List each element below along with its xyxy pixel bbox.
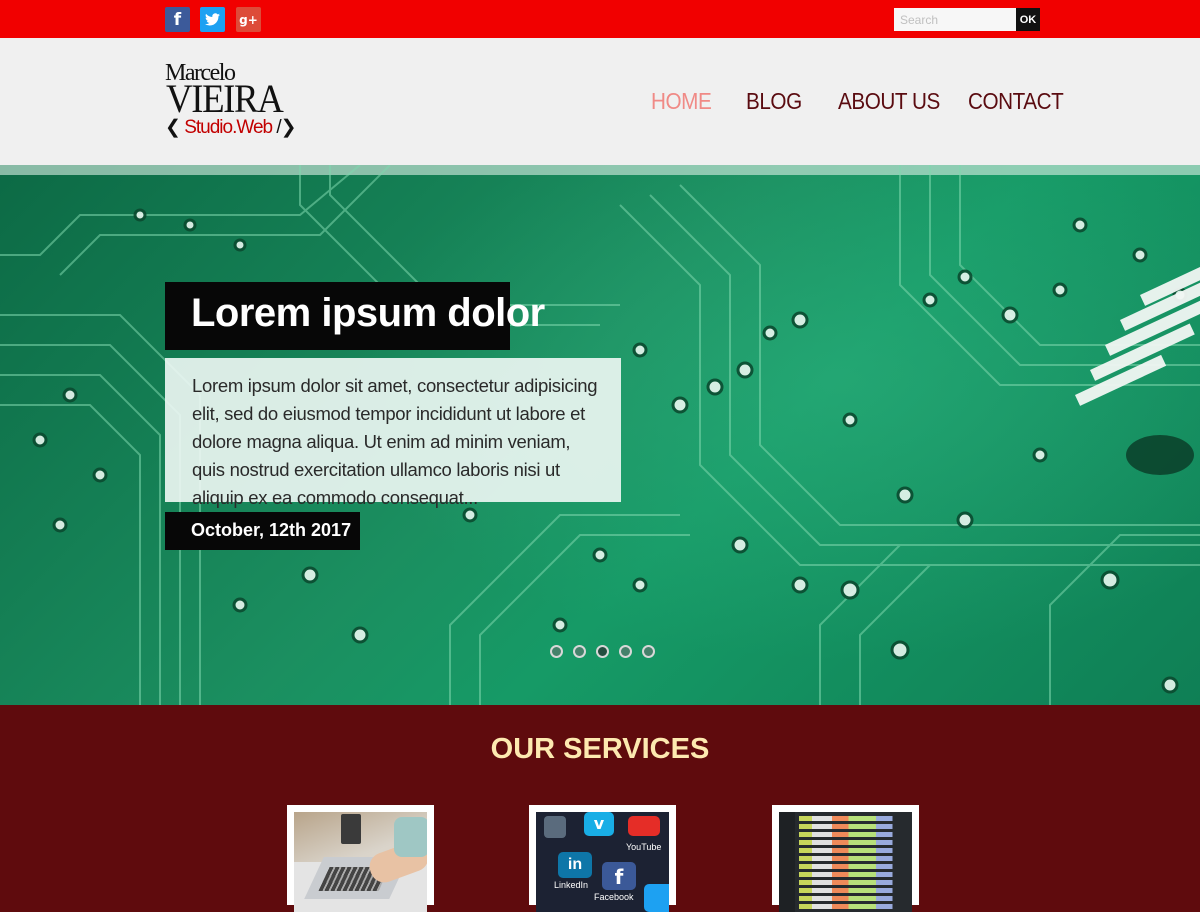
twitter-icon[interactable] — [200, 7, 225, 32]
linkedin-icon: in — [558, 852, 592, 878]
services-title: OUR SERVICES — [490, 733, 710, 765]
nav-about-us[interactable]: ABOUT US — [838, 88, 940, 115]
youtube-label: YouTube — [626, 842, 662, 852]
nav-home[interactable]: HOME — [651, 88, 712, 115]
top-bar: f g+ OK — [0, 0, 1200, 38]
vimeo-icon: v — [584, 812, 614, 836]
slider-dot-5[interactable] — [642, 645, 655, 658]
slider-pagination — [550, 645, 655, 658]
social-apps-image: v YouTube in LinkedIn f Facebook — [536, 812, 669, 912]
service-card-1[interactable] — [287, 805, 434, 912]
site-header: Marcelo VIEIRA ❮ Studio.Web /❯ HOME BLOG… — [0, 38, 1200, 165]
search-ok-button[interactable]: OK — [1016, 8, 1040, 31]
slider-dot-3[interactable] — [596, 645, 609, 658]
logo-bracket-open: ❮ — [165, 117, 185, 138]
youtube-icon — [628, 816, 660, 836]
linkedin-label: LinkedIn — [554, 880, 589, 890]
slide-date: October, 12th 2017 — [165, 512, 360, 550]
slider-dot-2[interactable] — [573, 645, 586, 658]
google-plus-icon[interactable]: g+ — [236, 7, 261, 32]
laptop-typing-image — [294, 812, 427, 912]
logo-tagline: ❮ Studio.Web /❯ — [165, 116, 297, 139]
logo-bracket-close: /❯ — [272, 117, 296, 138]
nav-blog[interactable]: BLOG — [746, 88, 802, 115]
slider-dot-4[interactable] — [619, 645, 632, 658]
hero-slider: Lorem ipsum dolor Lorem ipsum dolor sit … — [0, 165, 1200, 705]
nav-contact[interactable]: CONTACT — [968, 88, 1064, 115]
service-card-3[interactable] — [772, 805, 919, 912]
facebook-app-icon: f — [602, 862, 636, 890]
logo-last-name: VIEIRA — [166, 76, 284, 121]
twitter-bird-icon — [205, 13, 220, 26]
search-input[interactable] — [894, 8, 1016, 31]
slide-text: Lorem ipsum dolor sit amet, consectetur … — [165, 358, 621, 508]
slide-title: Lorem ipsum dolor — [165, 282, 545, 350]
facebook-icon[interactable]: f — [165, 7, 190, 32]
logo-studio-web: Studio.Web — [184, 117, 273, 138]
twitter-app-icon — [644, 884, 669, 912]
site-logo[interactable]: Marcelo VIEIRA ❮ Studio.Web /❯ — [165, 60, 305, 142]
slider-dot-1[interactable] — [550, 645, 563, 658]
facebook-label: Facebook — [594, 892, 634, 902]
service-card-2[interactable]: v YouTube in LinkedIn f Facebook — [529, 805, 676, 912]
code-editor-image — [779, 812, 912, 912]
search-form: OK — [894, 8, 1040, 31]
